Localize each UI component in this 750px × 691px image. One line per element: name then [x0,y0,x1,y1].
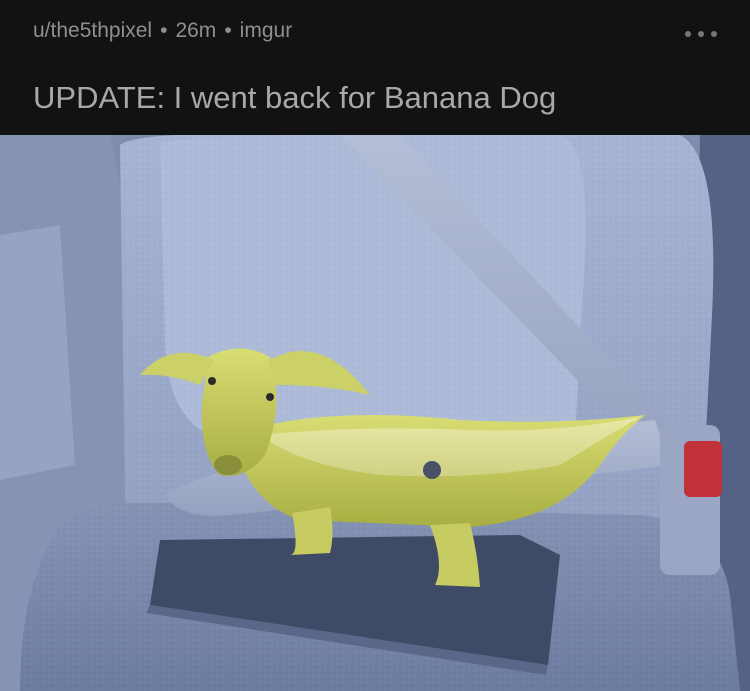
post-title[interactable]: UPDATE: I went back for Banana Dog [33,80,556,116]
meta-separator: • [160,19,168,42]
post-card[interactable]: u/the5thpixel • 26m • imgur UPDATE: I went b… [0,0,750,691]
more-options-icon[interactable] [685,26,717,42]
post-image[interactable] [0,135,750,691]
author-link[interactable]: u/the5thpixel [33,19,152,42]
source-domain[interactable]: imgur [240,19,293,42]
meta-separator: • [224,19,232,42]
post-time: 26m [175,19,217,42]
post-meta: u/the5thpixel • 26m • imgur [33,19,292,43]
post-header: u/the5thpixel • 26m • imgur UPDATE: I went b… [0,0,750,135]
